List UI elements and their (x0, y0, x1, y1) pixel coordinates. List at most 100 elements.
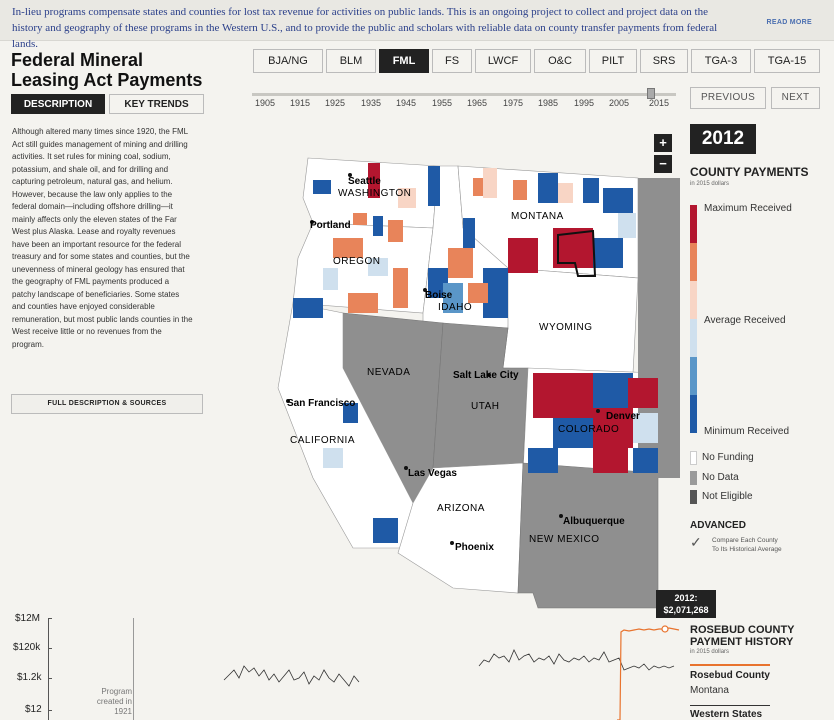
program-button-tga-3[interactable]: TGA-3 (691, 49, 751, 73)
state-label-california: CALIFORNIA (290, 435, 355, 446)
program-button-pilt[interactable]: PILT (589, 49, 637, 73)
western-us-map[interactable]: WASHINGTON OREGON IDAHO MONTANA WYOMING … (253, 118, 680, 610)
city-label-san-francisco: San Francisco (287, 398, 355, 409)
timeline-year[interactable]: 1935 (361, 98, 381, 108)
legend-swatch-no-data (690, 471, 697, 485)
selected-year-badge: 2012 (690, 124, 756, 154)
timeline-year[interactable]: 1905 (255, 98, 275, 108)
history-title-line2: PAYMENT HISTORY (690, 636, 794, 648)
zoom-in-button[interactable]: + (654, 134, 672, 152)
history-subtitle: in 2015 dollars (690, 649, 730, 655)
legend-swatch-above-avg (690, 281, 697, 319)
city-label-albuquerque: Albuquerque (563, 516, 625, 527)
city-label-salt-lake-city: Salt Lake City (453, 370, 519, 381)
legend-swatch-high (690, 243, 697, 281)
legend-swatch-max (690, 205, 697, 243)
timeline-track[interactable] (252, 93, 676, 96)
advanced-title: ADVANCED (690, 520, 746, 531)
state-label-idaho: IDAHO (438, 302, 472, 313)
y-axis-label: $120k (13, 642, 41, 653)
timeline-years: 1905 1915 1925 1935 1945 1955 1965 1975 … (252, 98, 676, 110)
rosebud-legend-swatch (690, 664, 770, 666)
state-wyoming[interactable] (502, 267, 639, 374)
timeline-year[interactable]: 1915 (290, 98, 310, 108)
city-label-boise: Boise (425, 290, 453, 301)
state-label-washington: WASHINGTON (338, 188, 411, 199)
state-label-montana: MONTANA (511, 211, 564, 222)
program-button-fs[interactable]: FS (432, 49, 472, 73)
program-button-lwcf[interactable]: LWCF (475, 49, 531, 73)
history-title-line1: ROSEBUD COUNTY (690, 624, 795, 636)
state-label-new-mexico: NEW MEXICO (529, 534, 600, 545)
program-created-note: Program created in 1921 (90, 687, 132, 717)
state-label-wyoming: WYOMING (539, 322, 593, 333)
tooltip-year: 2012: (674, 593, 698, 603)
compare-option-line2: To Its Historical Average (712, 546, 782, 553)
timeline-year[interactable]: 1965 (467, 98, 487, 108)
program-button-srs[interactable]: SRS (640, 49, 688, 73)
timeline-year[interactable]: 1945 (396, 98, 416, 108)
rosebud-legend-name: Rosebud County (690, 670, 770, 681)
y-tick (48, 618, 52, 619)
state-label-arizona: ARIZONA (437, 503, 485, 514)
legend-no-data-label: No Data (702, 472, 739, 483)
timeline-year[interactable]: 1995 (574, 98, 594, 108)
timeline-year[interactable]: 1985 (538, 98, 558, 108)
y-tick (48, 678, 52, 679)
note-line: created in (96, 697, 132, 706)
zoom-out-button[interactable]: − (654, 155, 672, 173)
read-more-link[interactable]: READ MORE (767, 19, 812, 26)
legend-subtitle: in 2015 dollars (690, 181, 730, 187)
note-line: Program (101, 687, 132, 696)
note-line: 1921 (114, 707, 132, 716)
y-axis-label: $1.2k (17, 672, 42, 683)
y-tick (48, 710, 52, 711)
timeline-year[interactable]: 1975 (503, 98, 523, 108)
history-title: ROSEBUD COUNTY PAYMENT HISTORY (690, 624, 795, 648)
city-label-seattle: Seattle (348, 176, 381, 187)
western-states-legend-name: Western States (690, 709, 763, 720)
city-label-phoenix: Phoenix (455, 542, 494, 553)
timeline-year[interactable]: 1955 (432, 98, 452, 108)
legend-not-eligible-label: Not Eligible (702, 491, 753, 502)
western-states-line-recent (478, 649, 675, 671)
legend-max-label: Maximum Received (704, 203, 792, 214)
y-axis-line (48, 618, 49, 720)
compare-option-line1: Compare Each County (712, 537, 778, 544)
selected-year-point[interactable] (661, 625, 669, 633)
timeline-year[interactable]: 1925 (325, 98, 345, 108)
timeline-year[interactable]: 2005 (609, 98, 629, 108)
legend-avg-label: Average Received (704, 315, 786, 326)
legend-swatch-not-eligible (690, 490, 697, 504)
checkbox-check-icon[interactable]: ✓ (690, 534, 702, 551)
program-button-blm[interactable]: BLM (326, 49, 376, 73)
previous-button[interactable]: PREVIOUS (690, 87, 766, 109)
state-label-utah: UTAH (471, 401, 499, 412)
city-label-denver: Denver (606, 411, 640, 422)
tab-key-trends[interactable]: KEY TRENDS (109, 94, 204, 114)
payment-history-chart[interactable] (134, 610, 690, 720)
western-states-legend-swatch (690, 705, 770, 706)
legend-swatch-min (690, 395, 697, 433)
program-button-fml[interactable]: FML (379, 49, 429, 73)
page-title: Federal Mineral Leasing Act Payments (11, 50, 203, 90)
intro-text: In-lieu programs compensate states and c… (12, 6, 718, 50)
western-states-line (223, 665, 360, 687)
legend-no-funding-label: No Funding (702, 452, 754, 463)
legend-swatch-low (690, 357, 697, 395)
program-button-oc[interactable]: O&C (534, 49, 586, 73)
compare-average-option[interactable]: Compare Each County To Its Historical Av… (712, 536, 782, 554)
tab-description[interactable]: DESCRIPTION (11, 94, 105, 114)
legend-title: COUNTY PAYMENTS (690, 165, 809, 179)
full-description-button[interactable]: FULL DESCRIPTION & SOURCES (11, 394, 203, 414)
y-tick (48, 648, 52, 649)
state-label-colorado: COLORADO (558, 424, 619, 435)
next-button[interactable]: NEXT (771, 87, 820, 109)
program-description: Although altered many times since 1920, … (12, 127, 193, 349)
value-tooltip: 2012: $2,071,268 (656, 590, 716, 618)
program-button-bja-ng[interactable]: BJA/NG (253, 49, 323, 73)
legend-min-label: Minimum Received (704, 426, 790, 437)
program-button-tga-15[interactable]: TGA-15 (754, 49, 820, 73)
city-label-las-vegas: Las Vegas (408, 468, 457, 479)
timeline-year[interactable]: 2015 (649, 98, 669, 108)
